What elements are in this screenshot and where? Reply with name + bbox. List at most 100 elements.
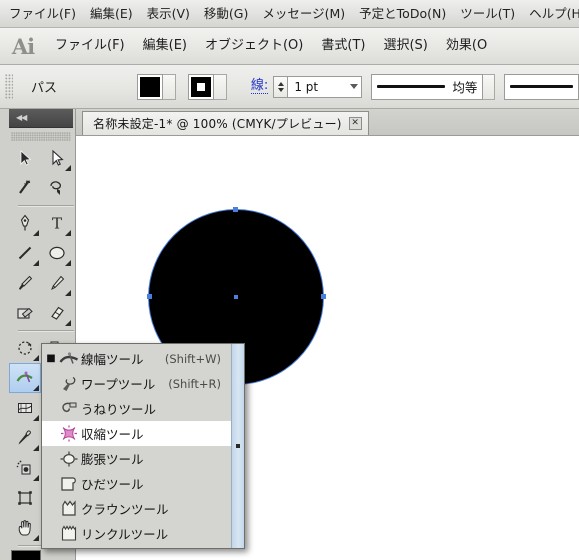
flyout-indicator-icon[interactable] (65, 260, 71, 266)
document-tab[interactable]: 名称未設定-1* @ 100% (CMYK/プレビュー) ✕ (82, 111, 369, 135)
control-bar-gripper[interactable] (5, 73, 14, 100)
os-menu-item-help[interactable]: ヘルプ(H (522, 2, 579, 26)
close-icon[interactable]: ✕ (348, 117, 362, 130)
stepper-down-icon[interactable] (277, 87, 284, 92)
fill-swatch-group[interactable] (136, 73, 176, 100)
flyout-indicator-icon[interactable] (33, 385, 39, 391)
toolbox-gripper[interactable] (11, 132, 71, 141)
artboard-tool-icon (18, 491, 32, 505)
flyout-label-warp-tool: ワープツール (81, 377, 156, 392)
flyout-indicator-icon[interactable] (33, 230, 39, 236)
os-menu-item-file[interactable]: ファイル(F) (2, 2, 83, 26)
tool-magic-wand[interactable] (9, 173, 41, 203)
flyout-indicator-icon[interactable] (33, 445, 39, 451)
flyout-item-wrinkle-tool[interactable]: リンクルツール (42, 521, 231, 546)
os-menu-item-todo[interactable]: 予定とToDo(N) (352, 2, 453, 26)
tearoff-handle-icon[interactable] (236, 444, 240, 448)
flyout-indicator-icon[interactable] (33, 355, 39, 361)
toolbox-fill-proxy[interactable] (11, 550, 41, 560)
stroke-weight-combo[interactable]: 1 pt (287, 75, 363, 98)
flyout-item-width-tool[interactable]: ■ 線幅ツール (Shift+W) (42, 346, 231, 371)
flyout-indicator-icon[interactable] (33, 260, 39, 266)
toolbox-collapse-bar[interactable]: ◀◀ (9, 109, 73, 128)
tool-pencil[interactable] (41, 268, 73, 298)
ai-menu-item-object[interactable]: オブジェクト(O) (196, 33, 312, 60)
tool-symbol-sprayer[interactable] (9, 453, 41, 483)
tool-lasso[interactable] (41, 173, 73, 203)
tool-artboard[interactable] (9, 483, 41, 513)
fill-swatch-dropdown[interactable] (162, 73, 176, 100)
os-menu-item-tools[interactable]: ツール(T) (453, 2, 522, 26)
os-menu-item-go[interactable]: 移動(G) (197, 2, 255, 26)
anchor-left[interactable] (147, 294, 152, 299)
stroke-profile-dropdown[interactable] (483, 73, 496, 100)
tool-type[interactable]: T (41, 208, 73, 238)
stroke-profile-combo[interactable]: 均等 (371, 73, 484, 100)
anchor-right[interactable] (321, 294, 326, 299)
os-menu-item-message[interactable]: メッセージ(M) (255, 2, 352, 26)
flyout-item-crystallize-tool[interactable]: クラウンツール (42, 496, 231, 521)
application-menu-bar: Ai ファイル(F) 編集(E) オブジェクト(O) 書式(T) 選択(S) 効… (0, 28, 579, 65)
flyout-indicator-icon[interactable] (33, 475, 39, 481)
tool-paintbrush[interactable] (9, 268, 41, 298)
pen-tool-icon (20, 214, 30, 231)
tool-hand[interactable] (9, 513, 41, 543)
ai-menu-item-edit[interactable]: 編集(E) (134, 33, 196, 60)
flyout-item-twirl-tool[interactable]: うねりツール (42, 396, 231, 421)
tool-line-segment[interactable] (9, 238, 41, 268)
tool-shape-builder[interactable] (9, 393, 41, 423)
tool-rotate[interactable] (9, 333, 41, 363)
stroke-weight-label[interactable]: 線: (250, 79, 269, 94)
width-tool-flyout-menu[interactable]: ■ 線幅ツール (Shift+W) ワープツール (Shift+R) うねりツー… (41, 343, 245, 549)
tool-blob-brush[interactable] (9, 298, 41, 328)
flyout-item-warp-tool[interactable]: ワープツール (Shift+R) (42, 371, 231, 396)
stepper-up-icon[interactable] (277, 81, 284, 86)
tool-width[interactable] (9, 363, 41, 393)
ai-menu-item-type[interactable]: 書式(T) (312, 33, 374, 60)
width-tool-icon (57, 348, 81, 370)
wrinkle-tool-icon (57, 523, 81, 545)
flyout-label-pucker-tool: 収縮ツール (81, 427, 144, 442)
tool-direct-selection[interactable] (41, 143, 73, 173)
os-menu-item-edit[interactable]: 編集(E) (83, 2, 140, 26)
ai-menu-item-effect[interactable]: 効果(O (437, 33, 496, 60)
pencil-tool-icon (51, 275, 65, 291)
chevron-down-icon[interactable] (350, 84, 359, 89)
magic-wand-tool-icon (19, 180, 31, 194)
flyout-indicator-icon[interactable] (33, 415, 39, 421)
fill-color-block (139, 76, 160, 97)
collapse-panel-icon[interactable]: ◀◀ (16, 113, 27, 123)
tool-eyedropper[interactable] (9, 423, 41, 453)
flyout-indicator-icon[interactable] (65, 320, 71, 326)
stroke-swatch[interactable] (187, 73, 214, 100)
ai-menu-item-select[interactable]: 選択(S) (374, 33, 436, 60)
tool-selection[interactable] (9, 143, 41, 173)
anchor-center[interactable] (234, 295, 238, 299)
stroke-swatch-dropdown[interactable] (213, 73, 227, 100)
flyout-shortcut-warp-tool: (Shift+R) (168, 376, 221, 391)
stroke-weight-stepper[interactable] (273, 75, 288, 98)
flyout-indicator-icon[interactable] (65, 165, 71, 171)
ai-menu-item-file[interactable]: ファイル(F) (46, 33, 134, 60)
flyout-label-bloat-tool: 膨張ツール (81, 452, 144, 467)
anchor-top[interactable] (233, 207, 238, 212)
flyout-indicator-icon[interactable] (33, 535, 39, 541)
flyout-item-scallop-tool[interactable]: ひだツール (42, 471, 231, 496)
stroke-weight-field[interactable]: 1 pt (273, 75, 363, 98)
flyout-item-list: ■ 線幅ツール (Shift+W) ワープツール (Shift+R) うねりツー… (42, 344, 231, 548)
tool-eraser[interactable] (41, 298, 73, 328)
tearoff-strip[interactable] (231, 344, 244, 548)
tool-ellipse[interactable] (41, 238, 73, 268)
flyout-indicator-icon[interactable] (65, 290, 71, 296)
flyout-item-pucker-tool[interactable]: 収縮ツール (42, 421, 231, 446)
fill-swatch[interactable] (136, 73, 163, 100)
width-tool-icon (16, 371, 33, 383)
flyout-indicator-icon[interactable] (65, 230, 71, 236)
tool-pen[interactable] (9, 208, 41, 238)
flyout-item-bloat-tool[interactable]: 膨張ツール (42, 446, 231, 471)
selected-object-type: パス (31, 81, 58, 96)
os-menu-item-view[interactable]: 表示(V) (140, 2, 197, 26)
line-segment-tool-icon (18, 246, 32, 260)
stroke-swatch-group[interactable] (187, 73, 227, 100)
brush-definition-combo[interactable] (504, 73, 579, 100)
